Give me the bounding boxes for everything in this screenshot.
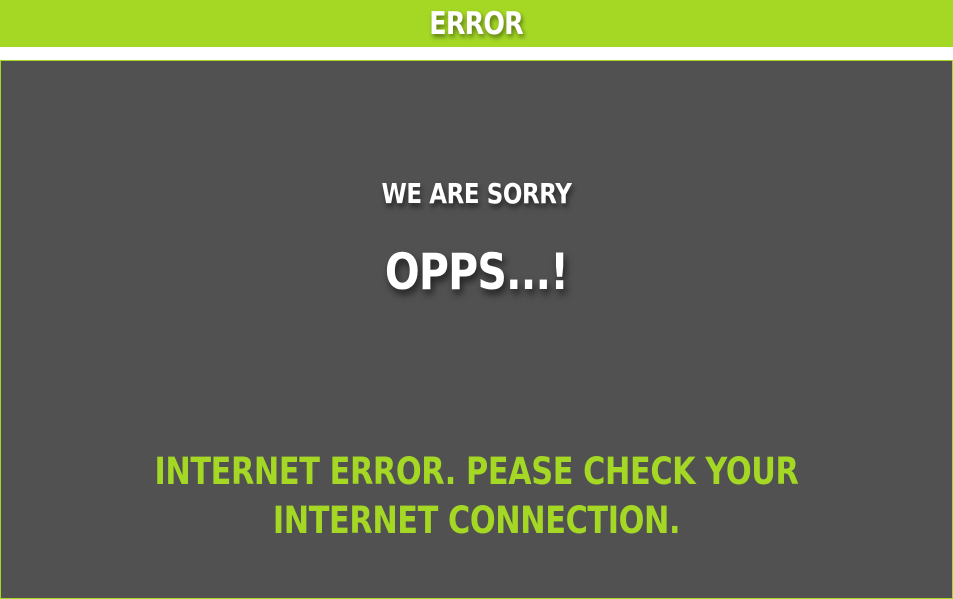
header-bar: ERROR xyxy=(0,0,953,47)
error-headline: OPPS...! xyxy=(384,243,569,301)
page-title: ERROR xyxy=(429,6,524,42)
error-panel: WE ARE SORRY OPPS...! INTERNET ERROR. PE… xyxy=(0,60,953,599)
error-message: INTERNET ERROR. PEASE CHECK YOUR INTERNE… xyxy=(87,447,867,545)
apology-text: WE ARE SORRY xyxy=(381,177,572,210)
error-message-line: INTERNET ERROR. PEASE CHECK YOUR xyxy=(154,450,799,493)
error-message-line: INTERNET CONNECTION. xyxy=(272,499,681,542)
